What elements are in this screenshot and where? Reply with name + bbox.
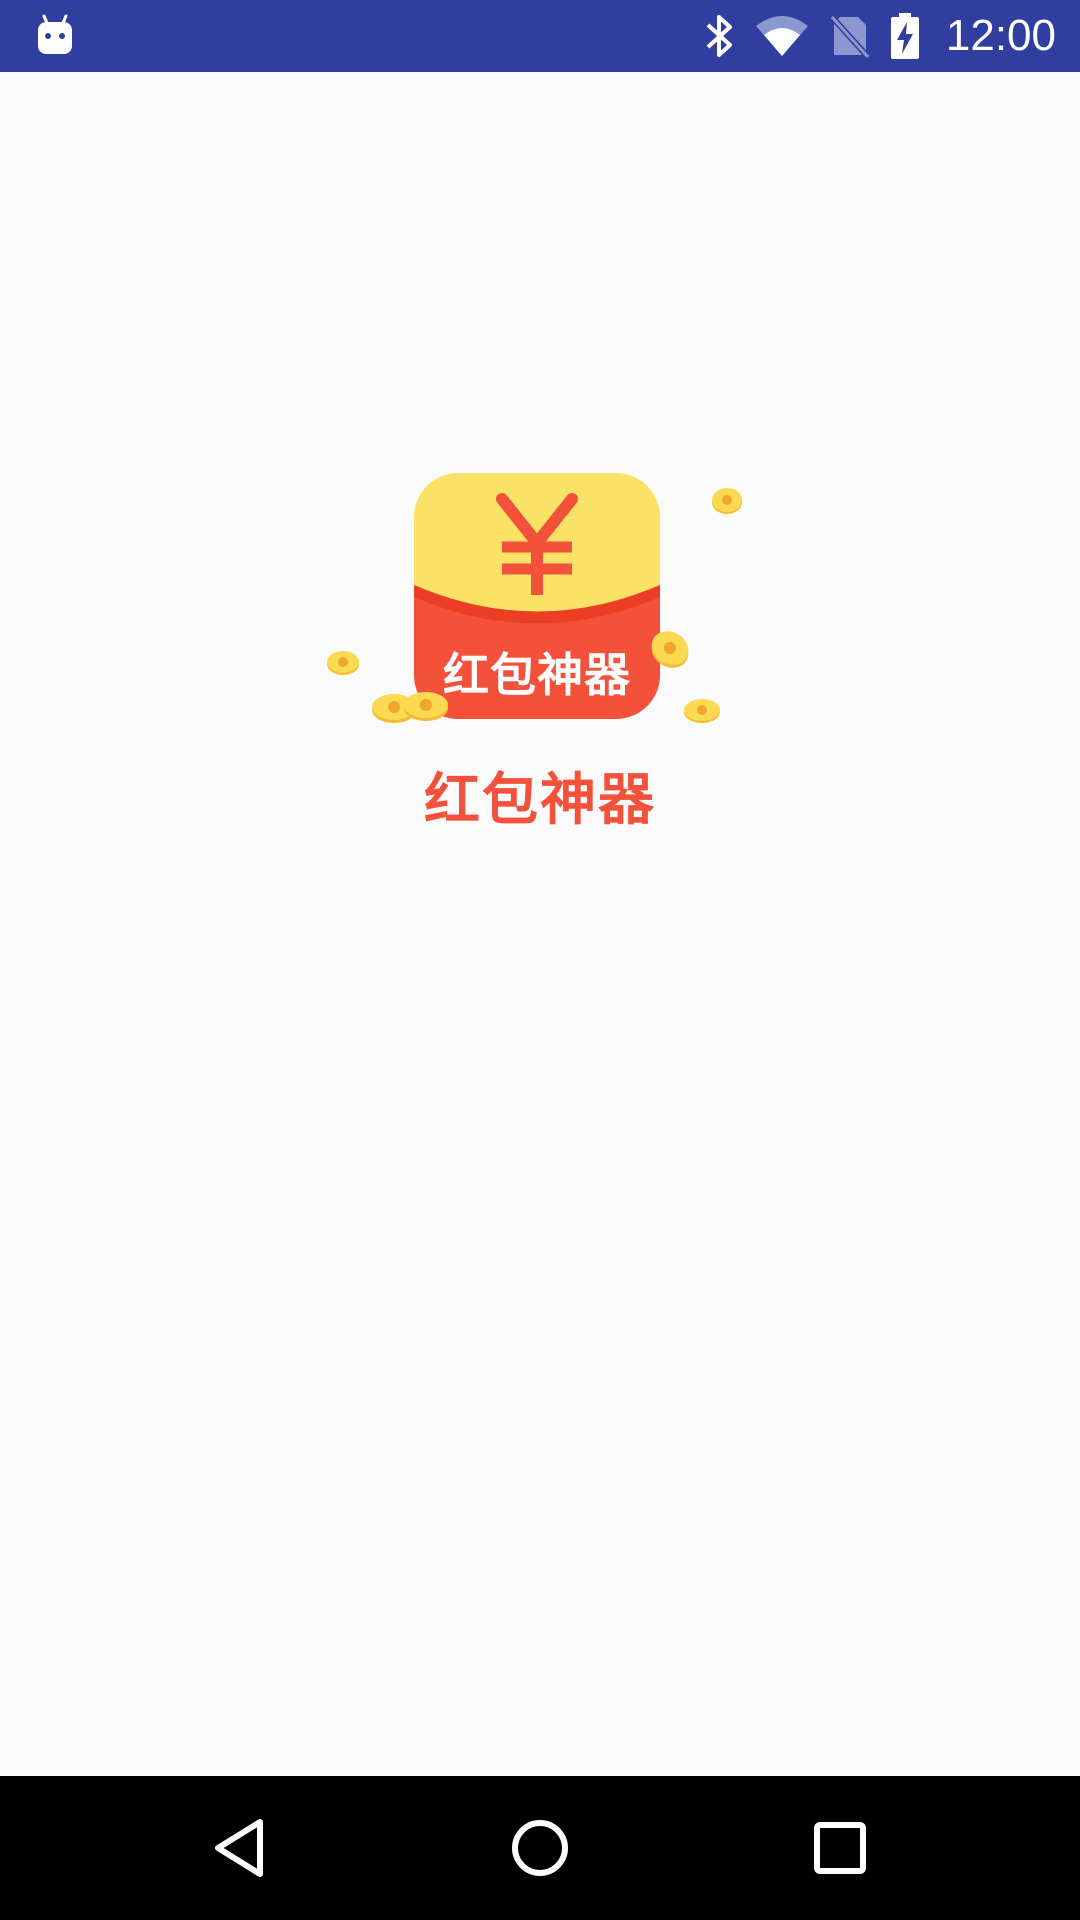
status-bar: 12:00 xyxy=(0,0,1080,72)
app-name-title: 红包神器 xyxy=(424,768,656,833)
coin-icon xyxy=(327,651,359,675)
coin-icon xyxy=(712,488,742,514)
app-logo-group: 红包神器 xyxy=(320,460,760,740)
android-notification-icon xyxy=(38,14,72,54)
no-sim-icon xyxy=(829,14,870,59)
coin-icon xyxy=(651,631,689,668)
navigation-bar xyxy=(0,1776,1080,1920)
battery-charging-icon xyxy=(890,13,919,59)
app-logo: 红包神器 xyxy=(414,473,660,719)
back-icon xyxy=(215,1819,263,1877)
coin-icon xyxy=(404,692,448,721)
splash-screen: 12:00 红包神器 红包神器 xyxy=(0,0,1080,1920)
recents-icon xyxy=(814,1822,866,1874)
home-icon xyxy=(512,1820,568,1876)
home-button[interactable] xyxy=(468,1776,612,1920)
recents-button[interactable] xyxy=(768,1776,912,1920)
wifi-icon xyxy=(755,16,808,56)
back-button[interactable] xyxy=(168,1776,312,1920)
bluetooth-icon xyxy=(706,15,732,57)
coin-icon xyxy=(684,699,720,723)
status-time: 12:00 xyxy=(945,11,1056,60)
